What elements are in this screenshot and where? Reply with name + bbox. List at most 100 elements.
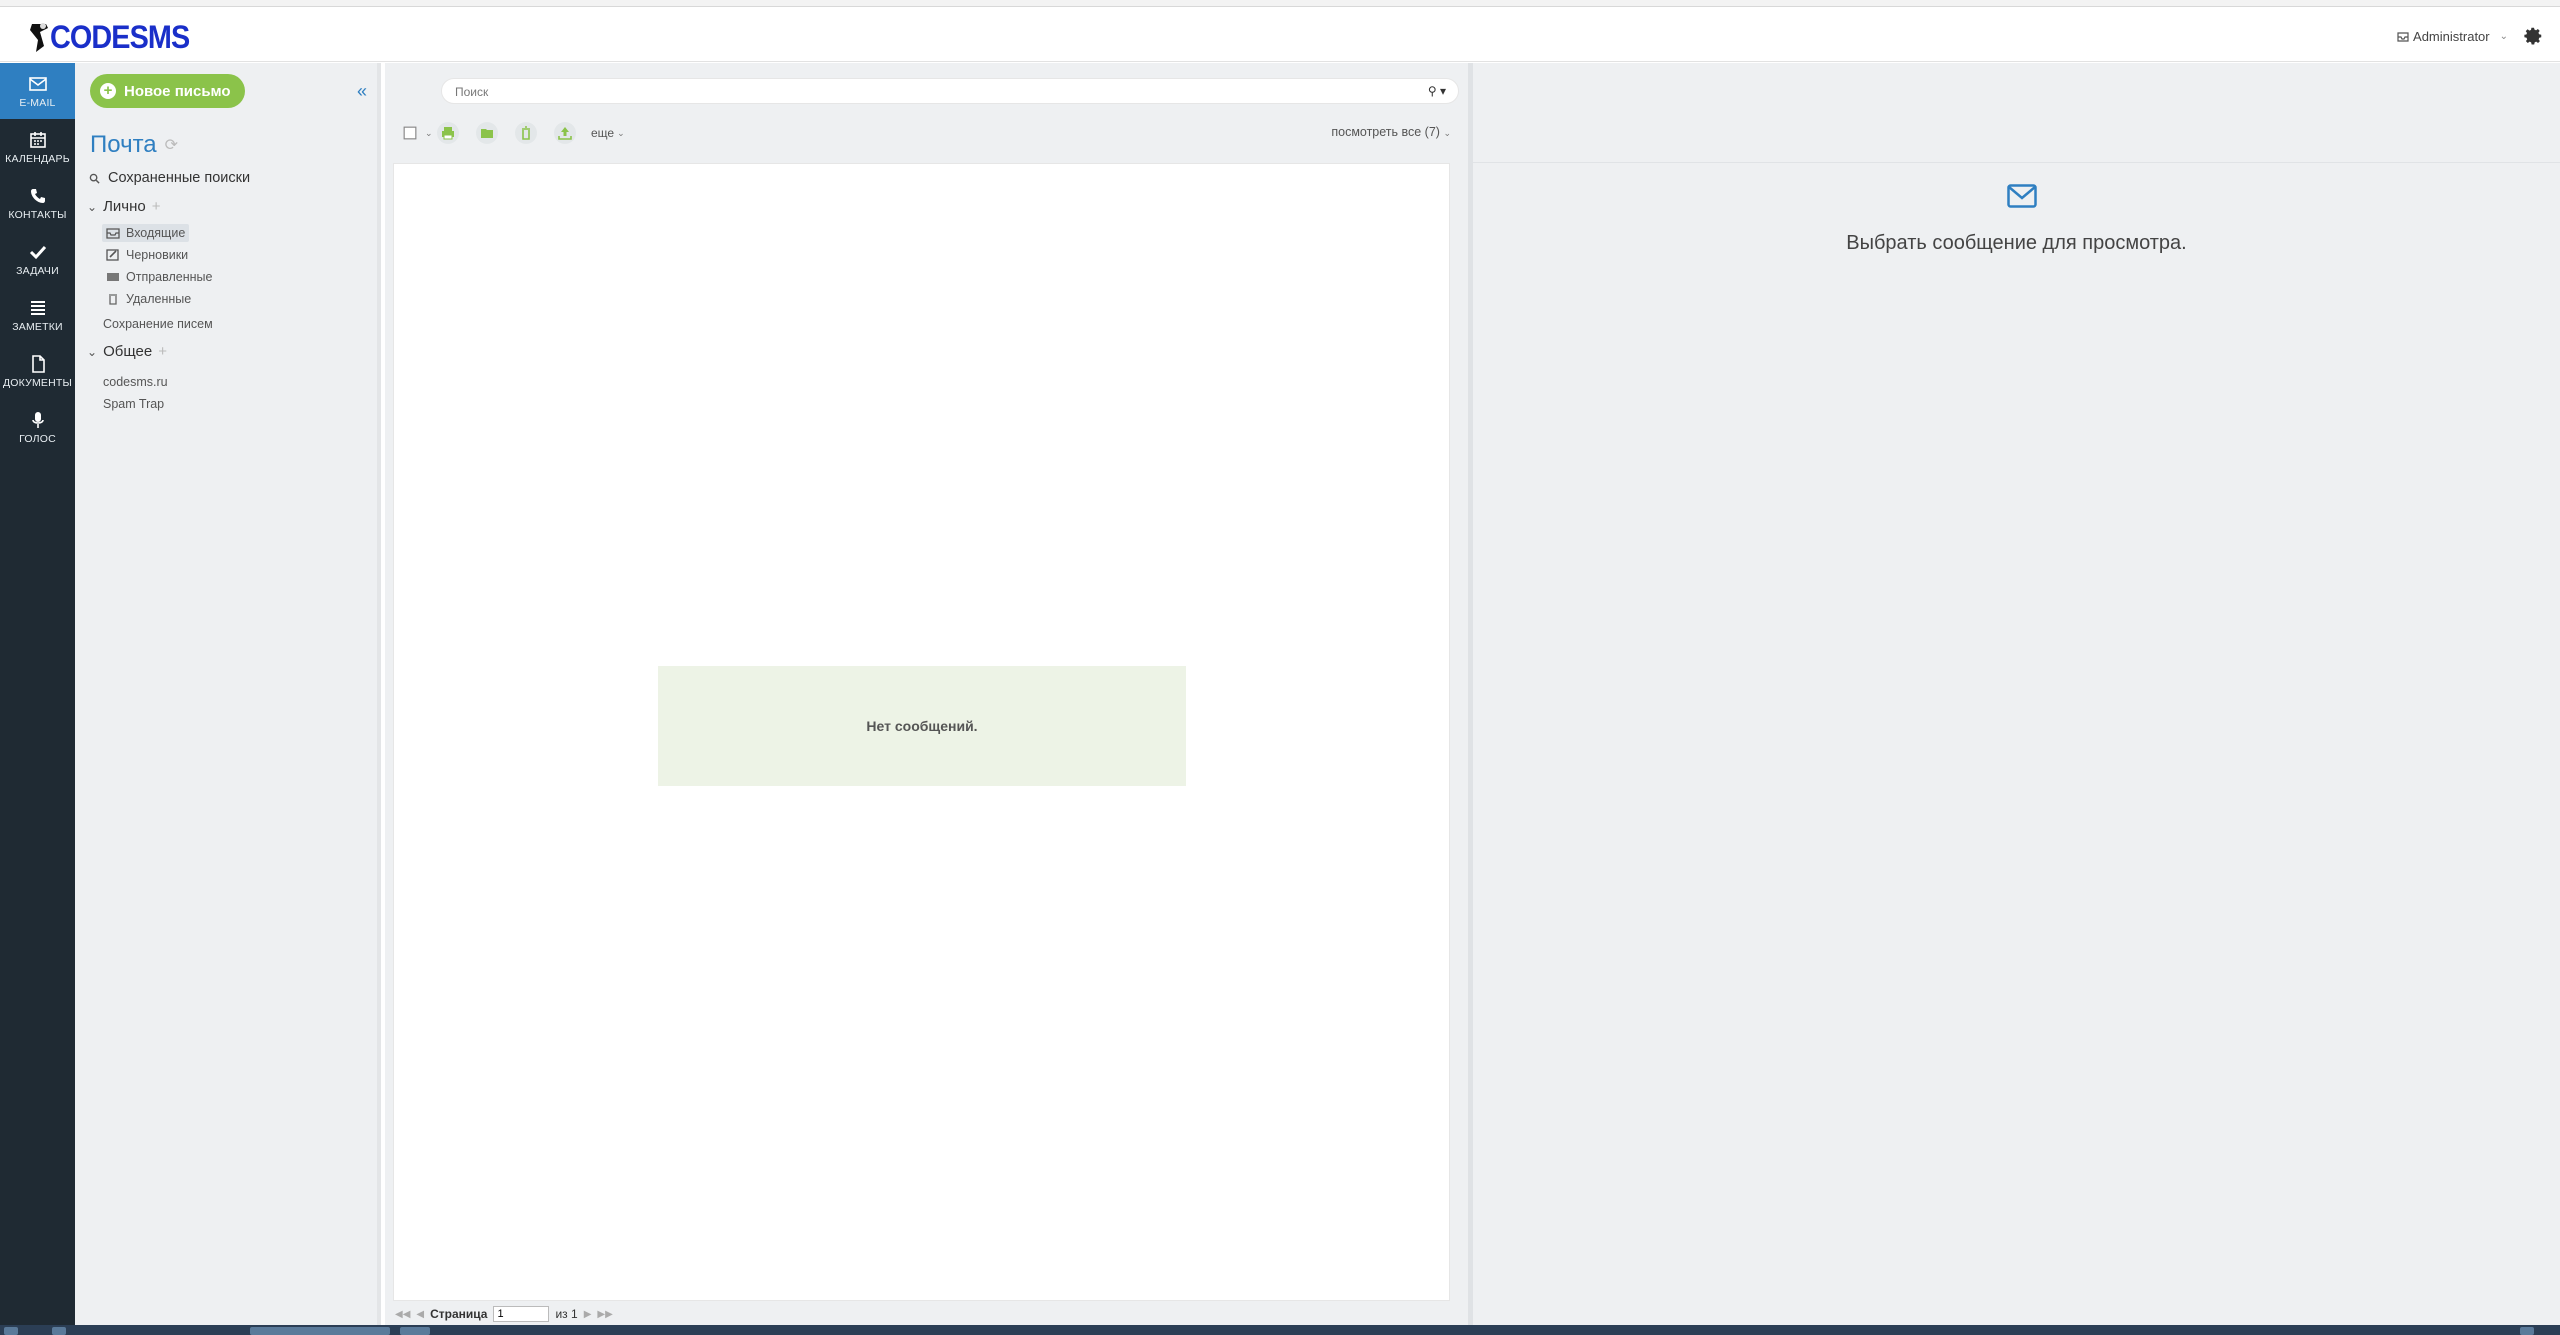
first-page-icon[interactable]: ◀◀ — [395, 1309, 410, 1320]
mail-title-text: Почта — [90, 131, 157, 158]
empty-state: Нет сообщений. — [658, 666, 1186, 786]
rail-label: ГОЛОС — [19, 432, 56, 445]
user-name: Administrator — [2413, 29, 2490, 44]
group-personal[interactable]: ⌄ Лично + — [87, 198, 161, 215]
edit-icon — [106, 249, 119, 261]
taskbar-app-icon[interactable] — [400, 1327, 430, 1335]
folder-panel: + Новое письмо « Почта ⟳ Сохраненные пои… — [75, 63, 381, 1325]
saved-searches-label: Сохраненные поиски — [108, 170, 251, 186]
app-rail: E-MAIL КАЛЕНДАРЬ КОНТАКТЫ ЗАДАЧИ ЗАМЕТКИ… — [0, 63, 75, 1325]
rail-item-notes[interactable]: ЗАМЕТКИ — [0, 287, 75, 343]
gear-icon[interactable] — [2522, 25, 2544, 47]
move-button[interactable] — [476, 121, 498, 145]
inbox-icon — [2397, 31, 2409, 42]
more-menu[interactable]: еще ⌄ — [591, 121, 625, 145]
tray-icon[interactable] — [2520, 1327, 2534, 1335]
folder-trash[interactable]: Удаленные — [102, 290, 195, 308]
chevron-down-icon: ⌄ — [2499, 31, 2508, 42]
page-total: из 1 — [555, 1307, 578, 1321]
preview-hint: Выбрать сообщение для просмотра. — [1846, 232, 2187, 254]
search-placeholder: Поиск — [455, 85, 489, 99]
rail-item-contacts[interactable]: КОНТАКТЫ — [0, 175, 75, 231]
rail-label: ЗАМЕТКИ — [12, 320, 63, 333]
envelope-icon — [2007, 184, 2037, 208]
rail-item-voice[interactable]: ГОЛОС — [0, 399, 75, 455]
folder-spam-trap[interactable]: Spam Trap — [103, 397, 164, 411]
search-icon — [89, 173, 100, 184]
search-input[interactable]: Поиск ⚲ ▾ — [441, 78, 1459, 104]
delete-button[interactable] — [515, 121, 537, 145]
rail-label: ДОКУМЕНТЫ — [2, 376, 73, 389]
prev-page-icon[interactable]: ◀ — [416, 1309, 424, 1320]
print-button[interactable] — [437, 121, 459, 145]
folder-label: Удаленные — [126, 292, 192, 306]
more-label: еще — [591, 126, 615, 140]
microphone-icon — [31, 411, 44, 428]
page-title: Почта ⟳ — [90, 131, 178, 159]
start-icon[interactable] — [4, 1327, 18, 1335]
sent-icon — [107, 273, 119, 281]
folder-label: Черновики — [126, 248, 189, 262]
add-folder-icon[interactable]: + — [158, 343, 167, 360]
collapse-panel-icon[interactable]: « — [357, 81, 367, 102]
chevron-down-icon: ⌄ — [425, 127, 433, 138]
divider — [1473, 162, 2560, 163]
calendar-icon — [29, 131, 46, 148]
rail-item-documents[interactable]: ДОКУМЕНТЫ — [0, 343, 75, 399]
chevron-down-icon: ⌄ — [87, 344, 98, 359]
brand-text: CODESMS — [50, 18, 190, 55]
rail-label: КОНТАКТЫ — [8, 208, 67, 221]
saved-searches[interactable]: Сохраненные поиски — [89, 170, 250, 186]
folder-inbox[interactable]: Входящие — [102, 224, 190, 242]
checkbox-icon — [403, 126, 417, 140]
folder-drafts[interactable]: Черновики — [102, 246, 192, 264]
group-shared-label: Общее — [103, 343, 153, 360]
chevron-down-icon: ⌄ — [617, 127, 625, 138]
chevron-down-icon: ⌄ — [1443, 128, 1451, 138]
rail-item-email[interactable]: E-MAIL — [0, 63, 75, 119]
print-icon — [442, 127, 454, 140]
refresh-icon[interactable]: ⟳ — [165, 135, 178, 155]
search-options-icon[interactable]: ⚲ ▾ — [1428, 84, 1446, 98]
taskbar-app-icon[interactable] — [250, 1327, 390, 1335]
select-all-checkbox[interactable]: ⌄ — [403, 121, 433, 145]
rail-label: E-MAIL — [19, 96, 56, 109]
plus-icon: + — [100, 83, 116, 99]
last-page-icon[interactable]: ▶▶ — [597, 1309, 612, 1320]
folder-label: Входящие — [126, 226, 186, 240]
page-number-input[interactable] — [493, 1306, 550, 1322]
upload-icon — [558, 127, 572, 140]
next-page-icon[interactable]: ▶ — [584, 1309, 592, 1320]
list-icon — [30, 300, 45, 315]
rail-item-tasks[interactable]: ЗАДАЧИ — [0, 231, 75, 287]
folder-archive[interactable]: Сохранение писем — [103, 317, 213, 331]
rail-item-calendar[interactable]: КАЛЕНДАРЬ — [0, 119, 75, 175]
rail-label: КАЛЕНДАРЬ — [5, 152, 70, 165]
view-all-label: посмотреть все (7) — [1331, 125, 1440, 139]
list-toolbar: ⌄ еще ⌄ посмотреть все (7) ⌄ — [403, 121, 1463, 149]
folder-open-icon — [481, 129, 493, 138]
message-list-column: Поиск ⚲ ▾ ⌄ еще ⌄ посмотреть все (7) ⌄ Н… — [385, 63, 1468, 1325]
folder-codesms[interactable]: codesms.ru — [103, 375, 168, 389]
new-message-button[interactable]: + Новое письмо — [90, 74, 245, 108]
view-all-dropdown[interactable]: посмотреть все (7) ⌄ — [1331, 125, 1451, 139]
envelope-icon — [28, 76, 47, 91]
user-menu[interactable]: Administrator ⌄ — [2397, 29, 2508, 44]
logo[interactable]: CODESMS — [26, 17, 205, 57]
new-message-label: Новое письмо — [124, 82, 231, 100]
preview-panel: Выбрать сообщение для просмотра. — [1468, 63, 2560, 1325]
upload-button[interactable] — [554, 121, 576, 145]
check-icon — [29, 245, 46, 259]
taskbar-app-icon[interactable] — [52, 1327, 66, 1335]
inbox-icon — [106, 228, 120, 239]
folder-label: Отправленные — [126, 270, 213, 284]
file-icon — [31, 354, 45, 373]
group-shared[interactable]: ⌄ Общее + — [87, 343, 167, 360]
trash-icon — [522, 126, 530, 140]
trash-icon — [109, 294, 117, 305]
folder-sent[interactable]: Отправленные — [102, 268, 216, 286]
phone-icon — [30, 188, 45, 203]
add-folder-icon[interactable]: + — [152, 198, 161, 215]
rail-label: ЗАДАЧИ — [16, 264, 59, 277]
pagination: ◀◀ ◀ Страница из 1 ▶ ▶▶ — [395, 1305, 613, 1323]
